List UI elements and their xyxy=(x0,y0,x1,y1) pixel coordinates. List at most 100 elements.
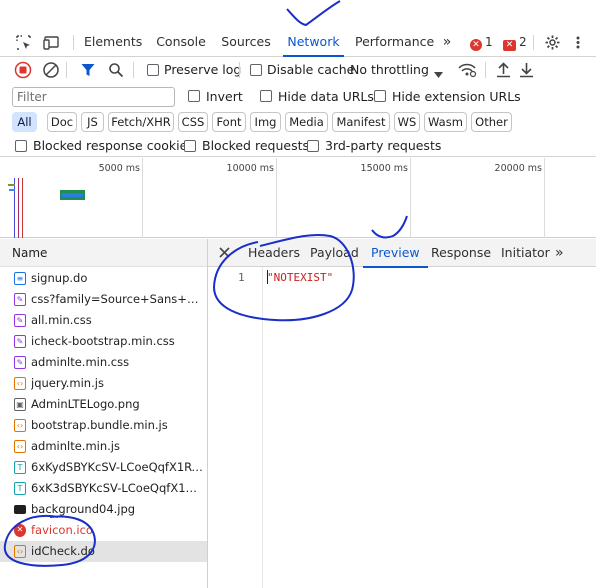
tab-headers[interactable]: Headers xyxy=(248,239,300,267)
third-party-checkbox[interactable] xyxy=(307,140,319,152)
export-har-icon[interactable] xyxy=(519,61,534,81)
js-file-icon: ‹› xyxy=(14,419,26,432)
settings-gear-icon[interactable] xyxy=(544,34,561,51)
resource-type-filter: All Doc JS Fetch/XHR CSS Font Img Media … xyxy=(0,110,596,134)
clear-icon[interactable] xyxy=(42,61,60,82)
request-row[interactable]: ✎ icheck-bootstrap.min.css xyxy=(0,331,207,352)
blocked-requests-checkbox[interactable] xyxy=(184,140,196,152)
tab-response[interactable]: Response xyxy=(431,239,491,267)
issue-icon: ✕ xyxy=(503,40,516,51)
request-list: Name ≡ signup.do ✎ css?family=Source+Sans+P… xyxy=(0,239,208,588)
request-row[interactable]: ✎ all.min.css xyxy=(0,310,207,331)
issues-count-badge[interactable]: ✕ 2 xyxy=(503,34,527,51)
chip-img[interactable]: Img xyxy=(250,112,281,132)
hide-data-urls-checkbox[interactable] xyxy=(260,90,272,102)
chip-wasm[interactable]: Wasm xyxy=(424,112,467,132)
grid-line xyxy=(544,158,545,238)
preserve-log-checkbox[interactable] xyxy=(147,64,159,76)
device-toolbar-icon[interactable] xyxy=(42,34,62,51)
request-row[interactable]: ✕ favicon.ico xyxy=(0,520,207,541)
tick-label: 15000 ms xyxy=(360,163,408,174)
line-number-gutter: 1 xyxy=(208,267,263,588)
request-row[interactable]: ‹› idCheck.do xyxy=(0,541,207,562)
css-file-icon: ✎ xyxy=(14,356,26,369)
filter-funnel-icon[interactable] xyxy=(80,62,96,81)
grid-line xyxy=(142,158,143,238)
checkmark-annotation xyxy=(286,0,341,27)
chip-doc[interactable]: Doc xyxy=(47,112,77,132)
tab-performance[interactable]: Performance xyxy=(355,28,434,56)
chevron-down-icon[interactable] xyxy=(434,67,443,81)
css-file-icon: ✎ xyxy=(14,314,26,327)
throttling-select[interactable]: No throttling xyxy=(350,62,429,77)
network-overview-timeline[interactable]: 5000 ms 10000 ms 15000 ms 20000 ms xyxy=(0,158,596,238)
tab-preview[interactable]: Preview xyxy=(363,239,428,268)
record-stop-icon[interactable] xyxy=(14,61,32,82)
request-name: adminlte.min.css xyxy=(31,355,130,369)
request-name: jquery.min.js xyxy=(31,376,104,390)
invert-checkbox[interactable] xyxy=(188,90,200,102)
waterfall-bar xyxy=(9,189,15,191)
filter-bar: Invert Hide data URLs Hide extension URL… xyxy=(0,84,596,109)
request-row[interactable]: ✎ adminlte.min.css xyxy=(0,352,207,373)
tab-network[interactable]: Network xyxy=(283,28,344,57)
more-options-icon[interactable] xyxy=(573,34,583,51)
preview-content: "NOTEXIST" xyxy=(267,271,334,284)
chip-font[interactable]: Font xyxy=(212,112,246,132)
hide-extension-urls-checkbox[interactable] xyxy=(374,90,386,102)
disable-cache-checkbox[interactable] xyxy=(250,64,262,76)
request-name: favicon.ico xyxy=(31,523,93,537)
request-name: 6xKydSBYKcSV-LCoeQqfX1RY... xyxy=(31,460,203,474)
name-column-header[interactable]: Name xyxy=(0,239,207,267)
blocked-cookies-checkbox[interactable] xyxy=(15,140,27,152)
tab-payload[interactable]: Payload xyxy=(310,239,359,267)
chip-manifest[interactable]: Manifest xyxy=(332,112,390,132)
request-row[interactable]: T 6xK3dSBYKcSV-LCoeQqfX1RY... xyxy=(0,478,207,499)
divider xyxy=(133,62,134,78)
divider xyxy=(73,35,74,50)
request-row[interactable]: ‹› adminlte.min.js xyxy=(0,436,207,457)
error-file-icon: ✕ xyxy=(14,524,26,537)
load-marker xyxy=(18,178,19,238)
search-icon[interactable] xyxy=(108,62,124,81)
font-file-icon: T xyxy=(14,482,26,495)
chip-css[interactable]: CSS xyxy=(178,112,208,132)
request-row[interactable]: ✎ css?family=Source+Sans+Pro:... xyxy=(0,289,207,310)
request-name: bootstrap.bundle.min.js xyxy=(31,418,168,432)
js-file-icon: ‹› xyxy=(14,377,26,390)
chip-media[interactable]: Media xyxy=(285,112,328,132)
close-icon[interactable] xyxy=(219,247,230,261)
chip-all[interactable]: All xyxy=(12,112,37,132)
chip-js[interactable]: JS xyxy=(81,112,104,132)
grid-line xyxy=(410,158,411,238)
issue-count: 2 xyxy=(519,35,527,49)
request-row[interactable]: T 6xKydSBYKcSV-LCoeQqfX1RY... xyxy=(0,457,207,478)
inspect-element-icon[interactable] xyxy=(15,34,32,51)
network-conditions-wifi-icon[interactable] xyxy=(457,62,477,81)
chip-ws[interactable]: WS xyxy=(394,112,420,132)
filter-input[interactable] xyxy=(12,87,175,107)
request-row[interactable]: ≡ signup.do xyxy=(0,268,207,289)
waterfall-bar xyxy=(62,193,83,197)
request-row[interactable]: ▣ AdminLTELogo.png xyxy=(0,394,207,415)
hide-data-urls-label: Hide data URLs xyxy=(278,89,374,104)
hide-extension-urls-label: Hide extension URLs xyxy=(392,89,521,104)
request-row[interactable]: background04.jpg xyxy=(0,499,207,520)
tab-elements[interactable]: Elements xyxy=(84,28,142,56)
error-count-badge[interactable]: ✕ 1 xyxy=(470,34,493,51)
tab-console[interactable]: Console xyxy=(154,28,208,56)
request-row[interactable]: ‹› bootstrap.bundle.min.js xyxy=(0,415,207,436)
request-name: AdminLTELogo.png xyxy=(31,397,140,411)
tab-initiator[interactable]: Initiator xyxy=(501,239,550,267)
devtools-tab-bar: Elements Console Sources Network Perform… xyxy=(0,28,596,57)
more-tabs-button[interactable]: » xyxy=(438,28,456,56)
more-detail-tabs-button[interactable]: » xyxy=(555,239,564,267)
request-name: background04.jpg xyxy=(31,502,136,516)
tab-sources[interactable]: Sources xyxy=(220,28,272,56)
request-name: 6xK3dSBYKcSV-LCoeQqfX1RY... xyxy=(31,481,203,495)
chip-other[interactable]: Other xyxy=(471,112,512,132)
request-row[interactable]: ‹› jquery.min.js xyxy=(0,373,207,394)
chip-fetch-xhr[interactable]: Fetch/XHR xyxy=(108,112,174,132)
request-name: signup.do xyxy=(31,271,88,285)
import-har-icon[interactable] xyxy=(496,61,511,81)
